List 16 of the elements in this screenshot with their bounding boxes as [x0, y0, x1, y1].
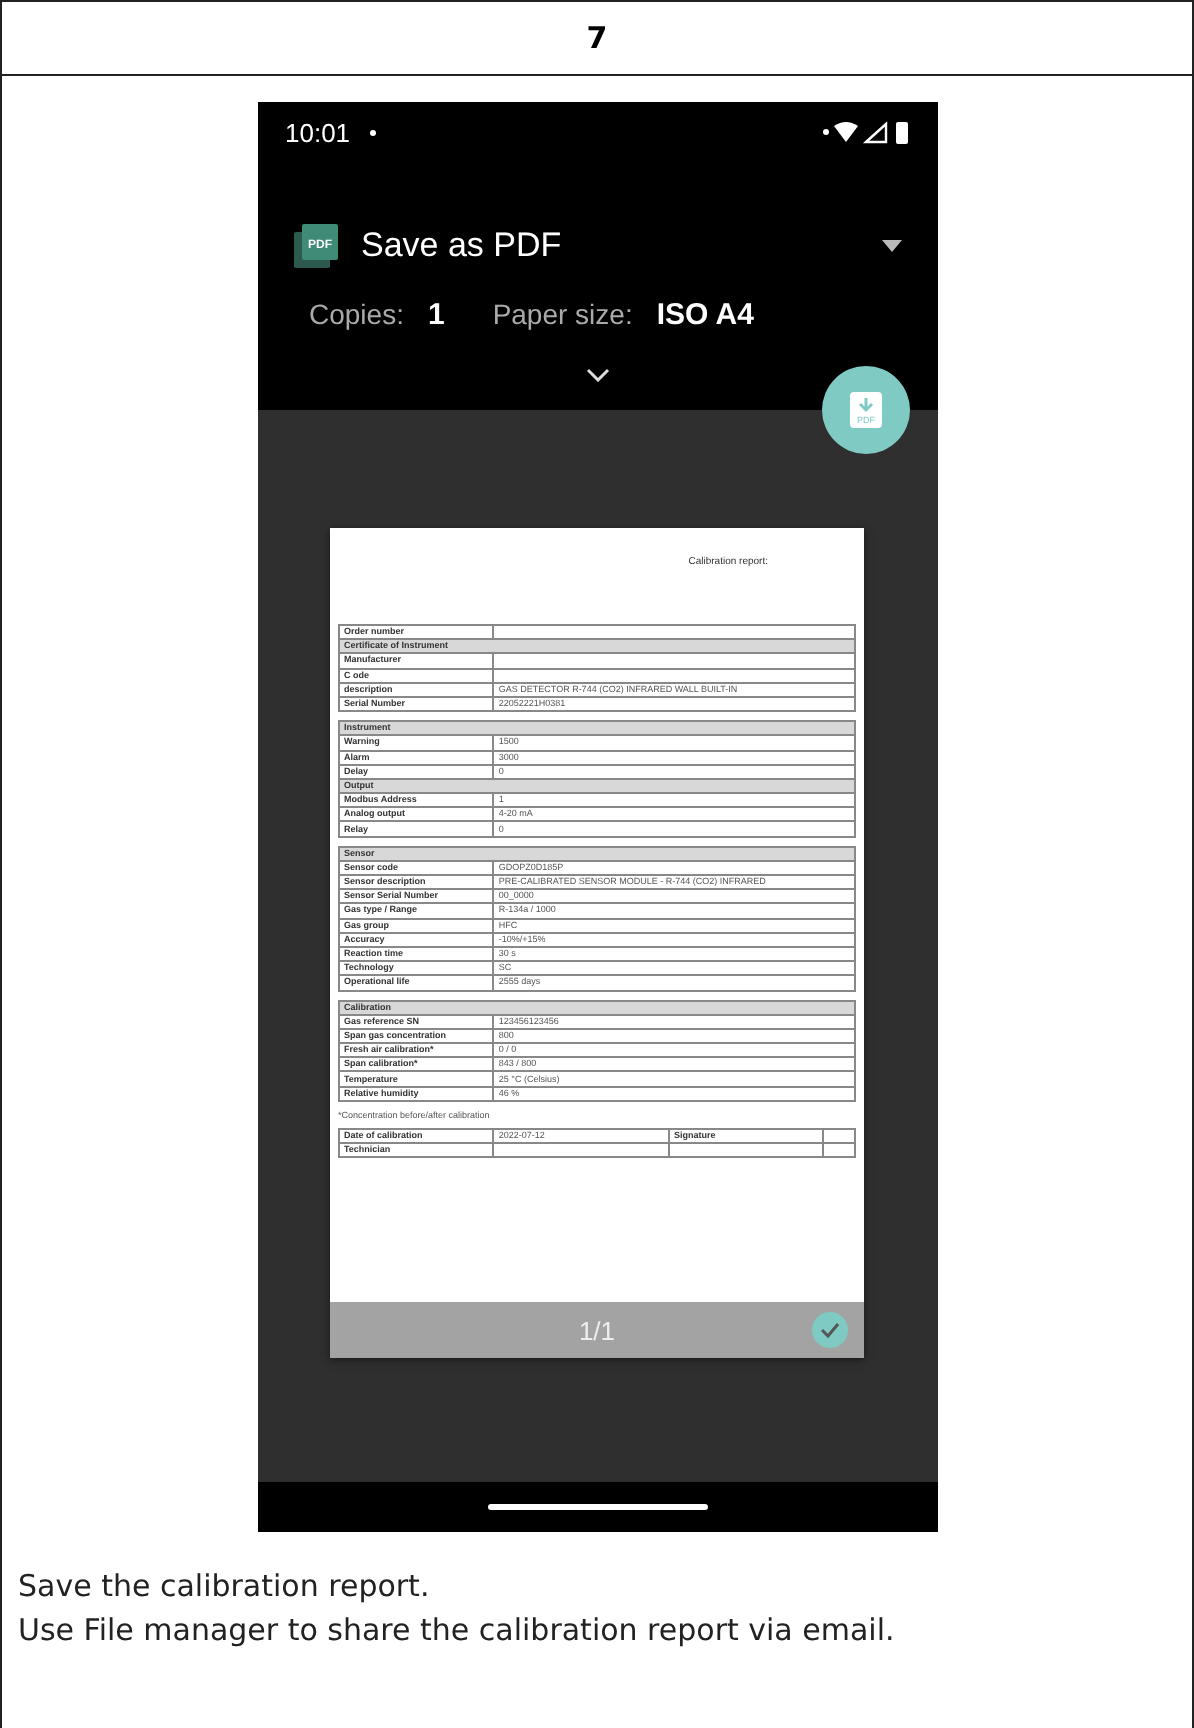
page-indicator: 1/1 — [578, 1315, 616, 1345]
paper-size-label: Paper size: — [492, 298, 633, 330]
paper-size-value: ISO A4 — [656, 298, 754, 332]
notification-dot-icon — [370, 129, 377, 135]
chevron-down-icon[interactable] — [585, 368, 609, 382]
instruction-text: Save the calibration report. — [18, 1566, 432, 1608]
copies-label: Copies: — [309, 298, 404, 330]
printer-name[interactable]: Save as PDF — [361, 226, 562, 266]
copies-value: 1 — [427, 298, 445, 332]
instruction-text: Use File manager to share the calibration report via email. — [18, 1610, 897, 1652]
check-icon[interactable] — [812, 1312, 848, 1348]
page-preview[interactable] — [330, 528, 864, 1358]
step-number: 7 — [586, 20, 608, 56]
dropdown-icon[interactable] — [881, 240, 901, 252]
status-icons-drawing — [821, 118, 913, 146]
status-time: 10:01 — [285, 117, 351, 147]
